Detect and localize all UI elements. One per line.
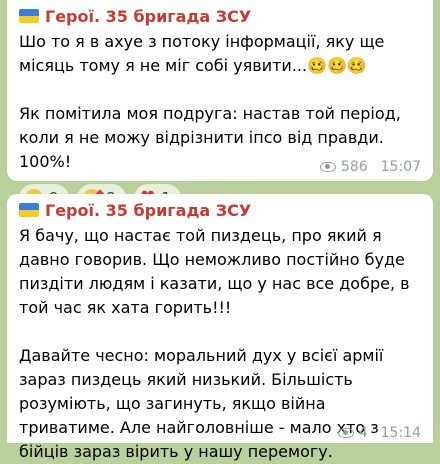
sender-label: Герої. 35 бригада ЗСУ — [45, 200, 252, 220]
view-count: 586 — [340, 159, 368, 175]
timestamp: 15:14 — [380, 425, 421, 441]
message-paragraph: Шо то я в ахуе з потоку інформації, яку … — [19, 32, 385, 75]
message-paragraph: Я бачу, що настає той пиздець, про який … — [19, 226, 410, 317]
message-meta: 4 15:14 — [337, 425, 421, 441]
timestamp: 15:07 — [380, 159, 421, 175]
sender-label: Герої. 35 бригада ЗСУ — [45, 6, 252, 26]
ukraine-flag-icon — [19, 203, 39, 217]
sender-name[interactable]: Герої. 35 бригада ЗСУ — [19, 198, 423, 222]
message-paragraph: Давайте чесно: моральний дух у всієї арм… — [19, 346, 384, 461]
message-meta: 586 15:07 — [319, 159, 421, 175]
sender-name[interactable]: Герої. 35 бригада ЗСУ — [19, 4, 423, 28]
message-bubble-1[interactable]: Герої. 35 бригада ЗСУ Шо то я в ахуе з п… — [7, 0, 433, 212]
eye-icon — [337, 428, 354, 438]
eye-icon — [319, 162, 336, 172]
ukraine-flag-icon — [19, 9, 39, 23]
message-text: Шо то я в ахуе з потоку інформації, яку … — [19, 30, 423, 174]
view-count: 4 — [358, 425, 368, 441]
message-bubble-2[interactable]: Герої. 35 бригада ЗСУ Я бачу, що настає … — [7, 194, 433, 461]
